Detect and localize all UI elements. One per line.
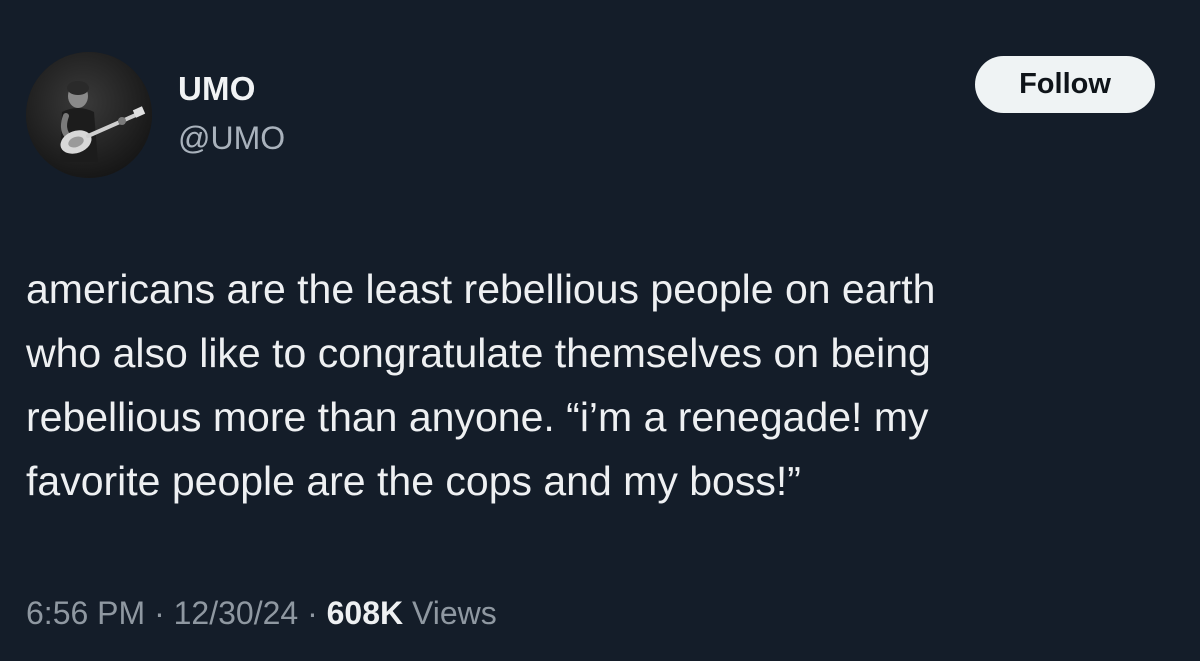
display-name[interactable]: UMO	[178, 70, 256, 108]
meta-separator: ·	[298, 595, 327, 631]
follow-button[interactable]: Follow	[975, 56, 1155, 113]
views-label: Views	[412, 595, 497, 631]
tweet-time[interactable]: 6:56 PM	[26, 595, 145, 631]
views-count: 608K	[326, 595, 404, 631]
guitarist-avatar-icon	[26, 52, 152, 178]
tweet-text: americans are the least rebellious peopl…	[26, 266, 936, 504]
tweet-card: UMO @UMO Follow americans are the least …	[0, 0, 1200, 661]
avatar[interactable]	[26, 52, 152, 178]
user-handle[interactable]: @UMO	[178, 120, 285, 157]
meta-separator: ·	[145, 595, 174, 631]
tweet-date[interactable]: 12/30/24	[174, 595, 299, 631]
tweet-meta: 6:56 PM · 12/30/24 · 608K Views	[26, 595, 497, 632]
